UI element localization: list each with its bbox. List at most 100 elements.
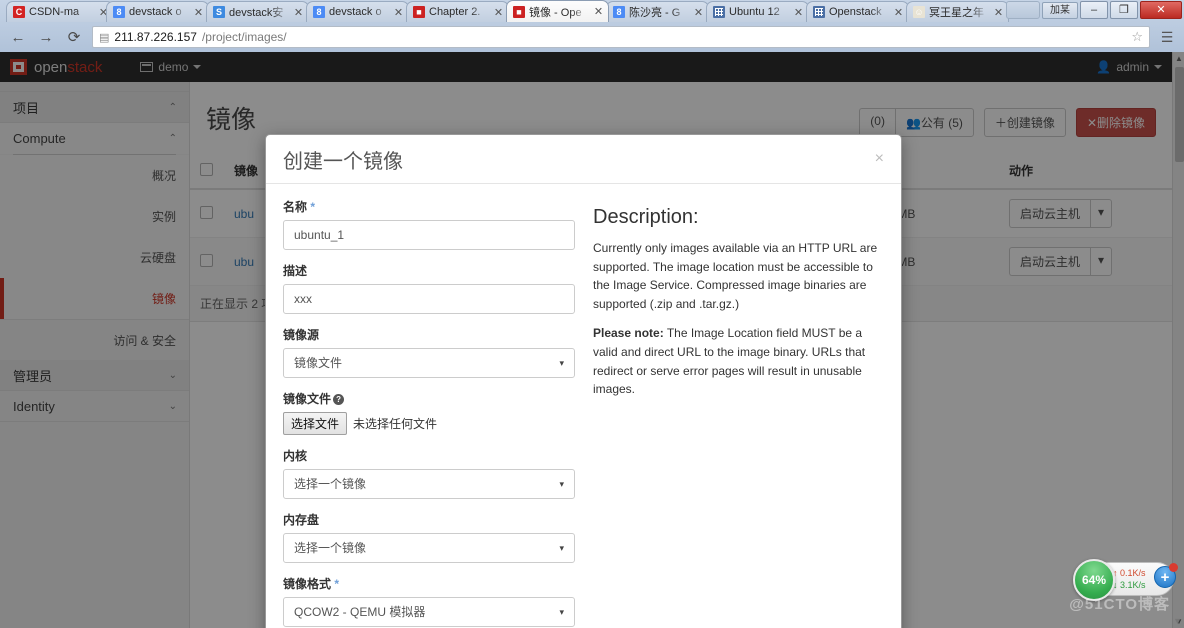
field-name-label: 名称 *	[283, 198, 575, 215]
new-tab-button[interactable]	[1006, 1, 1040, 19]
scroll-down-icon[interactable]: ▼	[1173, 616, 1182, 626]
back-icon[interactable]: ←	[8, 29, 28, 46]
field-image-source: 镜像源 镜像文件 ▾	[283, 326, 575, 378]
tab-title: Chapter 2.	[429, 6, 481, 18]
google-icon: 8	[313, 6, 325, 18]
browser-tab-active[interactable]: ■ 镜像 - Ope ✕	[506, 0, 609, 22]
forward-icon[interactable]: →	[36, 29, 56, 46]
tab-title: devstack安	[229, 7, 284, 19]
tab-title: 镜像 - Ope	[529, 6, 582, 19]
window-controls: 加某 – ❐ ✕	[1006, 1, 1182, 19]
label-text: 镜像格式	[283, 577, 332, 591]
tab-title: Openstack	[829, 6, 882, 18]
address-bar[interactable]: ▤ 211.87.226.157/project/images/ ☆	[92, 26, 1150, 48]
disk-format-select[interactable]: QCOW2 - QEMU 模拟器 ▾	[283, 597, 575, 627]
help-icon[interactable]: ?	[333, 394, 345, 405]
google-icon: 8	[113, 6, 125, 18]
browser-tab[interactable]: ☺ 冥王星之年 ✕	[906, 1, 1009, 22]
image-source-value: 镜像文件	[294, 356, 343, 370]
tab-title: 陈沙亮 - G	[629, 7, 681, 19]
download-rate-value: 3.1K/s	[1120, 580, 1146, 590]
chevron-down-icon: ▾	[559, 358, 564, 368]
close-icon[interactable]: ✕	[693, 6, 704, 19]
tab-title: devstack o	[129, 6, 182, 18]
disk-format-value: QCOW2 - QEMU 模拟器	[294, 605, 426, 619]
csdn-icon: C	[13, 6, 25, 18]
browser-tab[interactable]: 8 devstack o ✕	[106, 1, 209, 22]
grid-icon	[713, 6, 725, 18]
chapter-icon: ■	[413, 6, 425, 18]
image-source-select[interactable]: 镜像文件 ▾	[283, 348, 575, 378]
chevron-down-icon: ▾	[559, 543, 564, 553]
required-marker: *	[334, 577, 340, 591]
bookmark-star-icon[interactable]: ☆	[1131, 29, 1143, 45]
chevron-down-icon: ▾	[559, 607, 564, 617]
face-icon: ☺	[913, 6, 925, 18]
menu-icon[interactable]: ☰	[1158, 29, 1176, 46]
close-icon[interactable]: ✕	[893, 6, 904, 19]
minimize-button[interactable]: –	[1080, 1, 1108, 19]
field-image-file: 镜像文件? 选择文件 未选择任何文件	[283, 390, 575, 435]
notification-dot-icon	[1169, 563, 1178, 572]
browser-tab[interactable]: 8 devstack o ✕	[306, 1, 409, 22]
browser-tab[interactable]: Openstack ✕	[806, 1, 909, 22]
close-icon[interactable]: ✕	[593, 5, 604, 18]
close-window-button[interactable]: ✕	[1140, 1, 1182, 19]
please-note-label: Please note:	[593, 326, 664, 341]
field-kernel-label: 内核	[283, 449, 308, 463]
extra-toolbar-button[interactable]: 加某	[1042, 1, 1078, 19]
network-speed-widget[interactable]: 64% ↑ 0.1K/s ↓ 3.1K/s +	[1073, 559, 1178, 601]
description-heading: Description:	[593, 206, 699, 228]
reload-icon[interactable]: ⟳	[64, 28, 84, 46]
chevron-down-icon: ▾	[559, 479, 564, 489]
close-icon[interactable]: ✕	[293, 6, 304, 19]
close-icon[interactable]: ✕	[993, 6, 1004, 19]
tab-title: Ubuntu 12	[729, 6, 780, 18]
horizon-page: openstack demo 👤 admin 项目 ⌃ Compute ⌃ 概况…	[0, 52, 1184, 628]
browser-tab[interactable]: ■ Chapter 2. ✕	[406, 1, 509, 22]
description-paragraph-2: Please note: The Image Location field MU…	[593, 324, 884, 398]
network-rates: ↑ 0.1K/s ↓ 3.1K/s	[1113, 567, 1146, 591]
file-status-text: 未选择任何文件	[353, 417, 438, 431]
page-icon: ▤	[99, 31, 110, 44]
file-chooser-row: 选择文件 未选择任何文件	[283, 412, 575, 435]
modal-header: 创建一个镜像 ×	[266, 135, 901, 184]
create-image-modal: 创建一个镜像 × 名称 * ubuntu_1 描述 xxx 镜像源 镜像文件 ▾…	[265, 134, 902, 628]
name-input[interactable]: ubuntu_1	[283, 220, 575, 250]
watermark: @51CTO博客	[1069, 596, 1170, 613]
browser-tab[interactable]: Ubuntu 12 ✕	[706, 1, 809, 22]
grid-icon	[813, 6, 825, 18]
field-ramdisk-label: 内存盘	[283, 513, 320, 527]
browser-tab[interactable]: 8 陈沙亮 - G ✕	[606, 1, 709, 22]
field-disk-format-label: 镜像格式 *	[283, 575, 575, 592]
close-icon[interactable]: ✕	[793, 6, 804, 19]
maximize-button[interactable]: ❐	[1110, 1, 1138, 19]
modal-form-column: 名称 * ubuntu_1 描述 xxx 镜像源 镜像文件 ▾ 镜像文件 ? 选…	[283, 198, 575, 628]
tab-strip: C CSDN-ma ✕ 8 devstack o ✕ S devstack安 ✕…	[0, 0, 1184, 22]
field-kernel: 内核 选择一个镜像 ▾	[283, 447, 575, 499]
field-name: 名称 * ubuntu_1	[283, 198, 575, 250]
ramdisk-select[interactable]: 选择一个镜像 ▾	[283, 533, 575, 563]
safari-icon: S	[213, 6, 225, 18]
close-icon[interactable]: ✕	[193, 6, 204, 19]
close-icon[interactable]: ✕	[393, 6, 404, 19]
browser-tab[interactable]: C CSDN-ma ✕	[6, 1, 114, 22]
label-text: 名称	[283, 200, 308, 214]
browser-tab[interactable]: S devstack安 ✕	[206, 1, 309, 22]
required-marker: *	[310, 200, 316, 214]
field-description-label: 描述	[283, 264, 308, 278]
field-image-source-label: 镜像源	[283, 328, 320, 342]
choose-file-button[interactable]: 选择文件	[283, 412, 348, 435]
download-rate-row: ↓ 3.1K/s	[1113, 579, 1146, 591]
field-ramdisk: 内存盘 选择一个镜像 ▾	[283, 511, 575, 563]
google-icon: 8	[613, 6, 625, 18]
field-description: 描述 xxx	[283, 262, 575, 314]
close-icon[interactable]: ×	[875, 150, 884, 168]
ramdisk-value: 选择一个镜像	[294, 541, 367, 555]
kernel-select[interactable]: 选择一个镜像 ▾	[283, 469, 575, 499]
description-input[interactable]: xxx	[283, 284, 575, 314]
close-icon[interactable]: ✕	[493, 6, 504, 19]
modal-title: 创建一个镜像	[283, 150, 403, 173]
url-host: 211.87.226.157	[114, 30, 197, 44]
label-text: 镜像文件	[283, 392, 332, 406]
